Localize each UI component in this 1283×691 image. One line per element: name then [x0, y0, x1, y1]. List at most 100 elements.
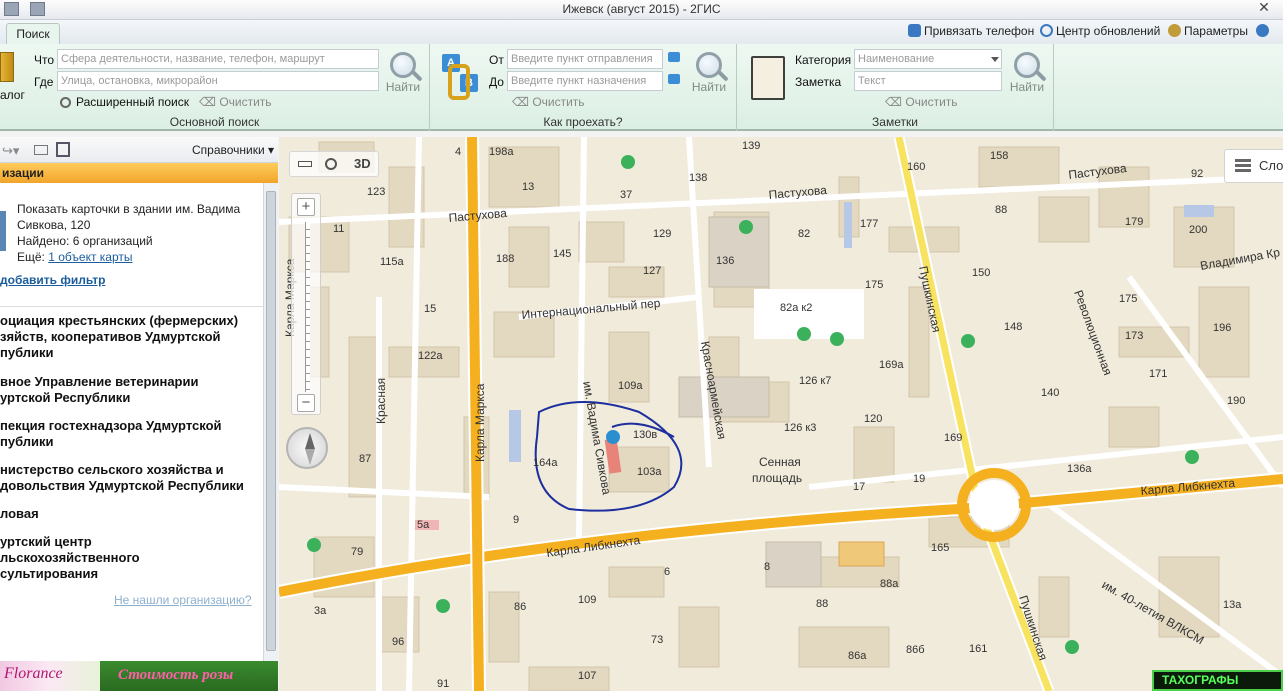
map-label: 88а — [880, 578, 899, 590]
advanced-search-button[interactable]: Расширенный поиск — [60, 95, 189, 109]
map-label: 127 — [643, 265, 661, 277]
street-label: Карла Маркса — [473, 383, 487, 462]
params-link[interactable]: Параметры — [1168, 24, 1248, 38]
find-notes-button[interactable]: Найти — [1007, 52, 1047, 94]
square-label: Сенная — [759, 455, 801, 469]
what-input[interactable]: Сфера деятельности, название, телефон, м… — [57, 49, 379, 69]
from-input[interactable]: Введите пункт отправления — [507, 49, 663, 69]
search-icon — [390, 52, 416, 78]
list-icon[interactable] — [34, 145, 48, 155]
tab-search[interactable]: Поиск — [6, 23, 60, 45]
map[interactable]: 198а 4 13 123 11 115а 188 145 37 129 127… — [279, 137, 1283, 691]
search-icon — [1014, 52, 1040, 78]
group-caption: Как проехать? — [543, 115, 623, 129]
layers-icon — [1235, 159, 1251, 173]
map-label: 150 — [972, 267, 990, 279]
map-label: 169а — [879, 359, 904, 371]
ruler-icon[interactable] — [298, 161, 312, 167]
zoom-out-button[interactable]: − — [297, 394, 315, 412]
map-label: 73 — [651, 634, 663, 646]
building-icon — [0, 211, 6, 251]
find-button[interactable]: Найти — [383, 52, 423, 94]
notepad-icon[interactable] — [751, 56, 785, 100]
category-label: Категория — [795, 53, 852, 67]
save-icon[interactable] — [4, 2, 19, 16]
layers-button[interactable]: Слои — [1224, 149, 1283, 183]
list-item[interactable]: оциация крестьянских (фермерских) зяйств,… — [0, 313, 238, 361]
map-label: 158 — [990, 150, 1008, 162]
map-label: 88 — [816, 598, 828, 610]
scrollbar-thumb[interactable] — [266, 191, 276, 651]
catalog-icon[interactable] — [0, 52, 14, 82]
map-label: 17 — [853, 481, 865, 493]
group-caption: Основной поиск — [169, 115, 260, 129]
map-label: 86 — [514, 601, 526, 613]
zoom-slider[interactable] — [305, 222, 310, 392]
phone-icon — [908, 24, 921, 37]
clear-search-button[interactable]: ⌫ Очистить — [199, 95, 272, 109]
left-panel: ↪▾ Справочники ▾ изации Показать карточк… — [0, 137, 278, 661]
map-label: 126 к7 — [799, 375, 831, 387]
bind-phone-link[interactable]: Привязать телефон — [908, 24, 1034, 38]
grid-icon[interactable] — [56, 142, 70, 157]
help-link[interactable] — [1256, 24, 1272, 38]
map-label: 164а — [533, 457, 558, 469]
category-select[interactable]: Наименование — [854, 49, 1002, 69]
map-label: 115а — [380, 256, 405, 268]
compass-icon[interactable] — [286, 427, 328, 469]
search-icon — [696, 52, 722, 78]
map-label: 139 — [742, 140, 760, 152]
rotate-icon[interactable] — [325, 158, 337, 170]
map-label: 126 к3 — [784, 422, 816, 434]
close-icon[interactable]: ✕ — [1245, 0, 1283, 16]
find-route-button[interactable]: Найти — [689, 52, 729, 94]
ad-banner[interactable]: Florance Стоимость розы — [0, 661, 278, 691]
where-input[interactable]: Улица, остановка, микрорайон — [57, 71, 379, 91]
not-found-link[interactable]: Не нашли организацию? — [114, 593, 252, 607]
from-chat-icon[interactable] — [668, 52, 680, 62]
group-notes: Категория Наименование Заметка Текст ⌫ О… — [737, 44, 1054, 131]
map-label: 200 — [1189, 224, 1207, 236]
list-item[interactable]: ловая — [0, 506, 39, 522]
banner-left[interactable]: Florance — [0, 661, 100, 691]
map-label: 13а — [1223, 599, 1242, 611]
to-input[interactable]: Введите пункт назначения — [507, 71, 663, 91]
update-center-link[interactable]: Центр обновлений — [1040, 24, 1160, 38]
list-item[interactable]: пекция гостехнадзора Удмуртской публики — [0, 418, 222, 450]
list-item[interactable]: нистерство сельского хозяйства и довольст… — [0, 462, 244, 494]
map-label: 11 — [333, 223, 344, 235]
print-icon[interactable] — [30, 2, 45, 16]
clear-route-button[interactable]: ⌫ Очистить — [512, 95, 585, 109]
map-label: 179 — [1125, 216, 1143, 228]
scrollbar[interactable] — [263, 183, 278, 661]
note-input[interactable]: Текст — [854, 71, 1002, 91]
map-label: 175 — [1119, 293, 1137, 305]
list-item[interactable]: вное Управление ветеринарии уртской Респу… — [0, 374, 198, 406]
list-item[interactable]: уртский центр льскохозяйственного сультиро… — [0, 534, 140, 582]
refresh-icon — [1040, 24, 1053, 37]
map-canvas[interactable]: 198а 4 13 123 11 115а 188 145 37 129 127… — [279, 137, 1283, 691]
building-info: Показать карточки в здании им. Вадима Си… — [17, 202, 241, 264]
map-label: 198а — [489, 146, 514, 158]
map-label: 88 — [995, 204, 1007, 216]
map-label: 165 — [931, 542, 949, 554]
left-toolbar: ↪▾ Справочники ▾ — [0, 137, 278, 163]
square-label: площадь — [752, 471, 802, 485]
map-ad[interactable]: ТАХОГРАФЫ — [1152, 670, 1283, 691]
map-label: 86б — [906, 644, 925, 656]
map-label: 86а — [848, 650, 867, 662]
route-ab-icon[interactable]: A B — [442, 54, 480, 100]
chevron-down-icon[interactable] — [991, 57, 999, 62]
forward-icon[interactable]: ↪▾ — [2, 143, 19, 159]
clear-notes-button[interactable]: ⌫ Очистить — [885, 95, 958, 109]
map-label: 91 — [437, 678, 449, 690]
group-caption: Заметки — [872, 115, 918, 129]
view-3d-button[interactable]: 3D — [354, 156, 371, 171]
directories-dropdown[interactable]: Справочники ▾ — [192, 143, 274, 157]
more-objects-link[interactable]: 1 объект карты — [48, 250, 132, 264]
to-chat-icon[interactable] — [668, 74, 680, 84]
group-main-search: алог Что Сфера деятельности, название, т… — [0, 44, 430, 131]
add-filter-link[interactable]: добавить фильтр — [0, 273, 105, 287]
banner-right[interactable]: Стоимость розы — [100, 661, 278, 691]
zoom-in-button[interactable]: + — [297, 198, 315, 216]
